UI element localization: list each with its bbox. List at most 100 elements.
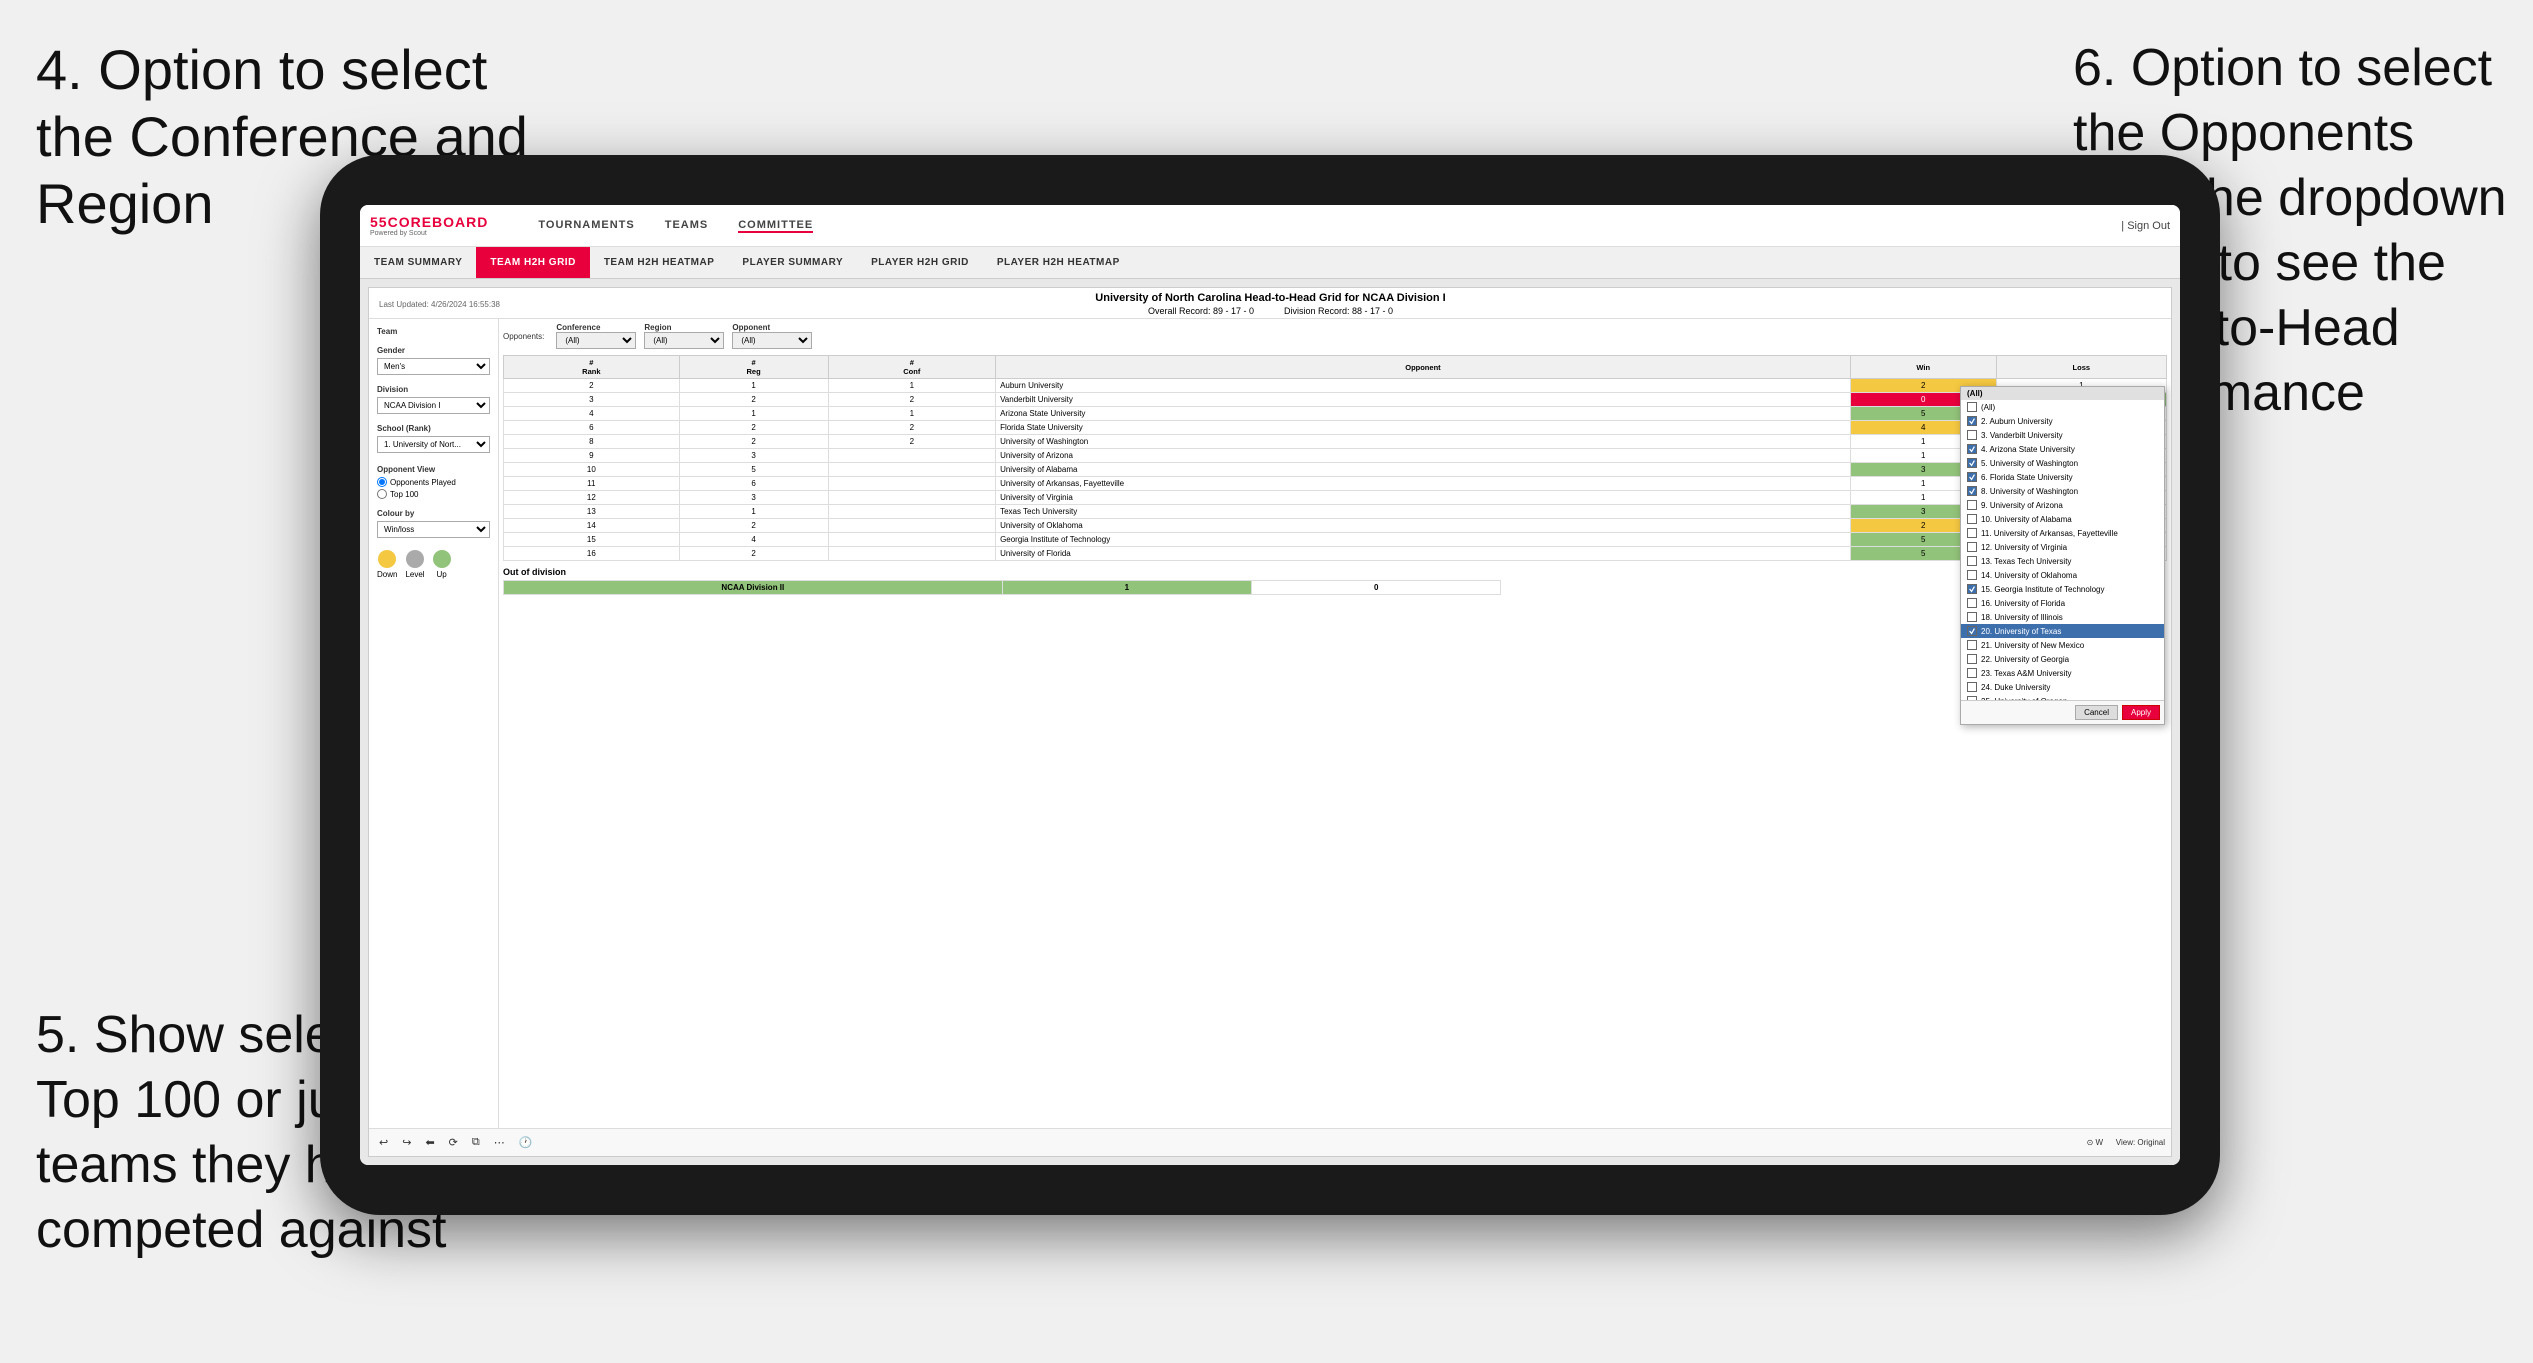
dropdown-item[interactable]: 2. Auburn University [1961,414,2164,428]
table-row: 9 3 University of Arizona 1 0 [504,449,2167,463]
col-opponent: Opponent [996,356,1851,379]
opponent-select[interactable]: (All) [732,332,812,349]
sign-out[interactable]: | Sign Out [2121,220,2170,232]
dropdown-item[interactable]: 20. University of Texas [1961,624,2164,638]
nav-team-h2h-heatmap[interactable]: TEAM H2H HEATMAP [590,247,729,278]
dropdown-item-label: 22. University of Georgia [1981,655,2069,664]
dropdown-item[interactable]: 16. University of Florida [1961,596,2164,610]
radio-opponents-played[interactable]: Opponents Played [377,477,490,487]
dropdown-item[interactable]: 5. University of Washington [1961,456,2164,470]
dropdown-item[interactable]: 14. University of Oklahoma [1961,568,2164,582]
cell-reg: 1 [679,407,828,421]
dropdown-item-label: 8. University of Washington [1981,487,2078,496]
cell-opponent: University of Arizona [996,449,1851,463]
dropdown-item[interactable]: 12. University of Virginia [1961,540,2164,554]
dropdown-checkbox [1967,598,1977,608]
dropdown-cancel-btn[interactable]: Cancel [2075,705,2118,720]
color-legend: Down Level Up [377,550,490,579]
cell-rank: 2 [504,379,680,393]
dropdown-apply-btn[interactable]: Apply [2122,705,2160,720]
cell-conf [828,547,996,561]
team-label: Team [377,327,490,336]
cell-opponent: University of Oklahoma [996,519,1851,533]
legend-level [406,550,424,568]
opponent-dropdown[interactable]: (All) (All)2. Auburn University3. Vander… [1960,386,2165,725]
division-record: Division Record: 88 - 17 - 0 [1284,306,1393,316]
cell-rank: 9 [504,449,680,463]
dropdown-item[interactable]: 10. University of Alabama [1961,512,2164,526]
cell-reg: 3 [679,491,828,505]
cell-conf [828,449,996,463]
cell-opponent: Vanderbilt University [996,393,1851,407]
dropdown-checkbox [1967,640,1977,650]
dropdown-checkbox [1967,514,1977,524]
school-label: School (Rank) [377,424,490,433]
dropdown-item-label: 20. University of Texas [1981,627,2061,636]
dropdown-item[interactable]: 18. University of Illinois [1961,610,2164,624]
cell-rank: 14 [504,519,680,533]
nav-tournaments[interactable]: TOURNAMENTS [538,219,634,233]
cell-reg: 2 [679,435,828,449]
dropdown-item[interactable]: 23. Texas A&M University [1961,666,2164,680]
main-content: Last Updated: 4/26/2024 16:55:38 Univers… [360,279,2180,1165]
dropdown-item[interactable]: 6. Florida State University [1961,470,2164,484]
cell-opponent: University of Washington [996,435,1851,449]
dropdown-item[interactable]: 22. University of Georgia [1961,652,2164,666]
toolbar-refresh[interactable]: ⟳ [445,1135,462,1150]
cell-rank: 16 [504,547,680,561]
nav-player-h2h-heatmap[interactable]: PLAYER H2H HEATMAP [983,247,1134,278]
nav-team-h2h-grid[interactable]: TEAM H2H GRID [476,247,589,278]
nav-player-h2h-grid[interactable]: PLAYER H2H GRID [857,247,983,278]
dropdown-item[interactable]: 11. University of Arkansas, Fayetteville [1961,526,2164,540]
col-rank: #Rank [504,356,680,379]
dropdown-item-label: 14. University of Oklahoma [1981,571,2077,580]
table-row: 12 3 University of Virginia 1 0 [504,491,2167,505]
toolbar-redo[interactable]: ↪ [398,1135,415,1150]
col-reg: #Reg [679,356,828,379]
legend-down [378,550,396,568]
colour-label: Colour by [377,509,490,518]
view-original-label: View: Original [2116,1138,2165,1147]
dropdown-item[interactable]: 9. University of Arizona [1961,498,2164,512]
dropdown-item-label: 16. University of Florida [1981,599,2065,608]
region-select[interactable]: (All) [644,332,724,349]
table-row: 2 1 1 Auburn University 2 1 [504,379,2167,393]
cell-rank: 10 [504,463,680,477]
gender-select[interactable]: Men's [377,358,490,375]
colour-select[interactable]: Win/loss [377,521,490,538]
dropdown-item[interactable]: 13. Texas Tech University [1961,554,2164,568]
dropdown-item[interactable]: 8. University of Washington [1961,484,2164,498]
dropdown-checkbox [1967,486,1977,496]
dropdown-item-label: 4. Arizona State University [1981,445,2075,454]
dropdown-checkbox [1967,402,1977,412]
dropdown-item[interactable]: 24. Duke University [1961,680,2164,694]
dropdown-item[interactable]: (All) [1961,400,2164,414]
radio-top100[interactable]: Top 100 [377,489,490,499]
dropdown-item[interactable]: 15. Georgia Institute of Technology [1961,582,2164,596]
out-of-division: Out of division [503,567,2167,577]
toolbar-back[interactable]: ⬅ [421,1135,438,1150]
toolbar-copy[interactable]: ⧉ [468,1135,484,1150]
dropdown-item[interactable]: 4. Arizona State University [1961,442,2164,456]
dropdown-item[interactable]: 21. University of New Mexico [1961,638,2164,652]
toolbar-more[interactable]: ⋯ [490,1135,509,1150]
div2-loss: 0 [1252,581,1501,595]
table-row: 10 5 University of Alabama 3 0 [504,463,2167,477]
conference-select[interactable]: (All) [556,332,636,349]
nav-committee[interactable]: COMMITTEE [738,219,813,233]
nav-team-summary[interactable]: TEAM SUMMARY [360,247,476,278]
dropdown-item[interactable]: 3. Vanderbilt University [1961,428,2164,442]
cell-reg: 5 [679,463,828,477]
cell-reg: 2 [679,519,828,533]
school-select[interactable]: 1. University of Nort... [377,436,490,453]
toolbar-undo[interactable]: ↩ [375,1135,392,1150]
cell-reg: 4 [679,533,828,547]
cell-reg: 1 [679,379,828,393]
toolbar-clock[interactable]: 🕐 [515,1135,537,1150]
nav-player-summary[interactable]: PLAYER SUMMARY [728,247,857,278]
nav-teams[interactable]: TEAMS [665,219,709,233]
cell-rank: 6 [504,421,680,435]
cell-conf: 1 [828,407,996,421]
division-select[interactable]: NCAA Division I [377,397,490,414]
dropdown-checkbox [1967,626,1977,636]
